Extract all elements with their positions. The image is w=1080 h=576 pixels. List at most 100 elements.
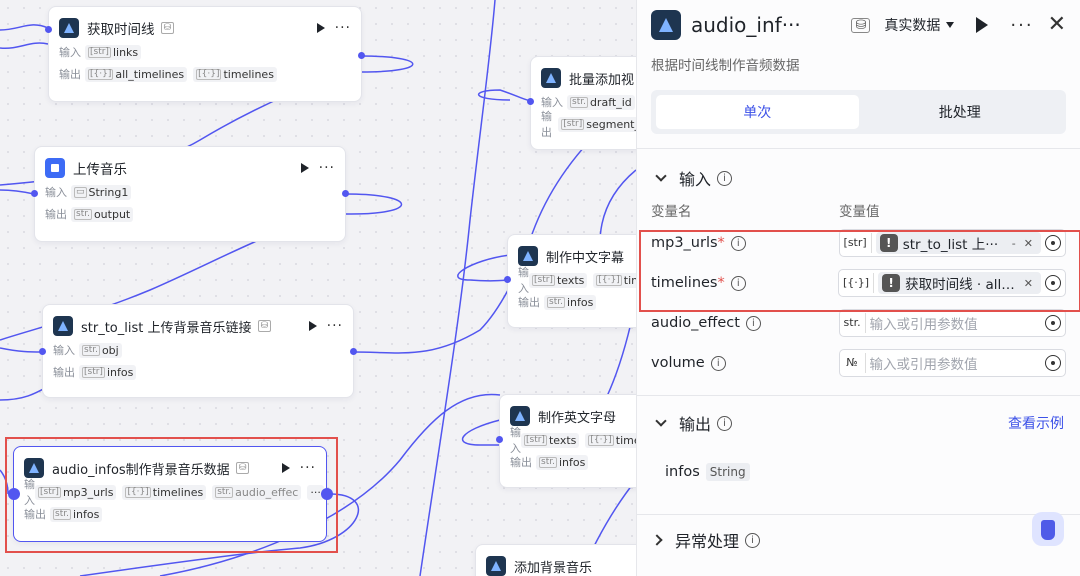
input-chip: [{·}]time [593,272,636,288]
caret-down-icon [946,22,955,28]
input-section-header[interactable]: 输入 i [637,159,1080,197]
input-port[interactable] [45,26,52,33]
output-chip: str. infos [536,454,589,470]
output-row: infos String [637,452,1080,492]
folder-icon: ▭ [74,186,87,198]
mode-dropdown[interactable]: 真实数据 [884,15,955,35]
output-chip: [{·}] timelines [193,66,277,82]
node-get-timeline[interactable]: 获取时间线 ⛁ ··· 输入 [str] links 输出 [{·}] all_ti… [48,6,362,102]
info-icon[interactable]: i [745,315,761,331]
database-icon: ⛁ [235,462,250,474]
node-upload-music[interactable]: 上传音乐 ··· 输入 ▭ String1 输出 str. output [34,146,346,242]
chevron-down-icon [655,170,667,182]
param-value-field[interactable]: № 输入或引用参数值 [838,349,1066,377]
more-icon[interactable]: ··· [327,318,343,334]
param-placeholder[interactable]: 输入或引用参数值 [870,313,1041,333]
input-chip: str. obj [79,342,122,358]
input-chip: [{·}]timeli [585,432,636,448]
selection-highlight [639,230,1080,312]
input-port[interactable] [39,348,46,355]
workflow-canvas[interactable]: 获取时间线 ⛁ ··· 输入 [str] links 输出 [{·}] all_ti… [0,0,636,576]
type-tag: str. [844,313,866,333]
param-name: audio_effect i [651,315,839,331]
input-label: 输入 [59,46,81,59]
reference-target-icon[interactable] [1045,315,1061,331]
output-port[interactable] [350,348,357,355]
param-placeholder[interactable]: 输入或引用参数值 [870,353,1041,373]
close-icon[interactable]: ✕ [1048,14,1066,36]
param-value-field[interactable]: str. 输入或引用参数值 [838,309,1066,337]
input-chip: [str] texts [521,432,580,448]
plugin-icon [53,316,73,336]
output-label: 输出 [59,68,81,81]
input-port[interactable] [527,98,534,105]
input-chip: [{·}] timelines [122,484,207,500]
view-example-link[interactable]: 查看示例 [1008,413,1064,433]
input-chip: [str] mp3_urls [35,484,117,500]
more-icon[interactable]: ··· [335,20,351,36]
mode-label: 真实数据 [884,18,941,34]
node-audio-infos[interactable]: audio_infos制作背景音乐数据 ⛁ ··· 输入 [str] mp3_ur… [13,446,327,542]
param-table-header: 变量名 变量值 [637,197,1080,223]
input-port[interactable] [496,436,503,443]
output-chip: str. infos [544,294,597,310]
info-icon[interactable]: i [745,532,761,548]
run-icon[interactable] [316,23,325,33]
node-config-panel: audio_inf··· ⛁ 真实数据 ··· ✕ 根据时间线制作音频数据 单次… [636,0,1080,576]
node-title: str_to_list 上传背景音乐链接 [81,320,252,336]
error-handling-header[interactable]: 异常处理 i [637,521,1080,559]
node-batch-add[interactable]: 批量添加视 输入 str. draft_id 输出 [str] segment_ [530,56,636,150]
database-icon: ⛁ [160,22,175,34]
node-chinese-subtitles[interactable]: 制作中文字幕 输入 [str]texts [{·}]time 输出 str.in… [507,234,636,328]
output-port[interactable] [358,52,365,59]
node-add-bgm[interactable]: 添加背景音乐 [475,544,636,576]
node-title: 添加背景音乐 [514,560,593,576]
plugin-icon [59,18,79,38]
output-chip: str. infos [50,506,103,522]
info-icon[interactable]: i [717,170,733,186]
output-port[interactable] [342,190,349,197]
info-icon[interactable]: i [710,355,726,371]
output-port[interactable] [321,488,333,500]
more-icon[interactable]: ··· [319,160,335,176]
assistant-float-button[interactable] [1032,512,1064,546]
tab-single[interactable]: 单次 [656,95,859,129]
more-icon[interactable]: ··· [300,460,316,476]
input-chip: [str] links [85,44,142,60]
plugin-icon [651,10,681,40]
run-icon[interactable] [976,17,989,33]
col-value-header: 变量值 [839,204,880,220]
node-title: 制作英文字母 [538,410,617,426]
node-title: 获取时间线 [87,22,155,38]
output-chip: [str] segment_ [558,116,636,132]
divider [637,514,1080,515]
input-port[interactable] [8,488,20,500]
output-label: 输出 [510,456,532,469]
section-title: 异常处理 [675,532,740,551]
node-title: audio_infos制作背景音乐数据 [52,462,230,478]
info-icon[interactable]: i [717,415,733,431]
input-port[interactable] [31,190,38,197]
input-port[interactable] [504,276,511,283]
run-icon[interactable] [300,163,309,173]
panel-title[interactable]: audio_inf··· [691,13,801,37]
run-icon[interactable] [281,463,290,473]
chevron-right-icon [651,534,663,546]
output-name: infos [665,464,700,480]
input-chip: ▭ String1 [71,184,132,200]
output-section-header[interactable]: 输出 i 查看示例 [637,404,1080,442]
param-name: volume i [651,355,839,371]
database-icon[interactable]: ⛁ [851,17,871,33]
output-label: 输出 [541,110,552,139]
more-icon[interactable]: ··· [1010,15,1033,36]
node-title: 制作中文字幕 [546,250,625,266]
divider [637,395,1080,396]
output-label: 输出 [24,508,46,521]
node-str-to-list[interactable]: str_to_list 上传背景音乐链接 ⛁ ··· 输入 str. obj 输出… [42,304,354,398]
node-english-subtitles[interactable]: 制作英文字母 输入 [str]texts [{·}]timeli 输出 str.… [499,394,636,488]
upload-icon [45,158,65,178]
tab-batch[interactable]: 批处理 [859,95,1062,129]
reference-target-icon[interactable] [1045,355,1061,371]
run-icon[interactable] [308,321,317,331]
node-title: 批量添加视 [569,72,635,88]
